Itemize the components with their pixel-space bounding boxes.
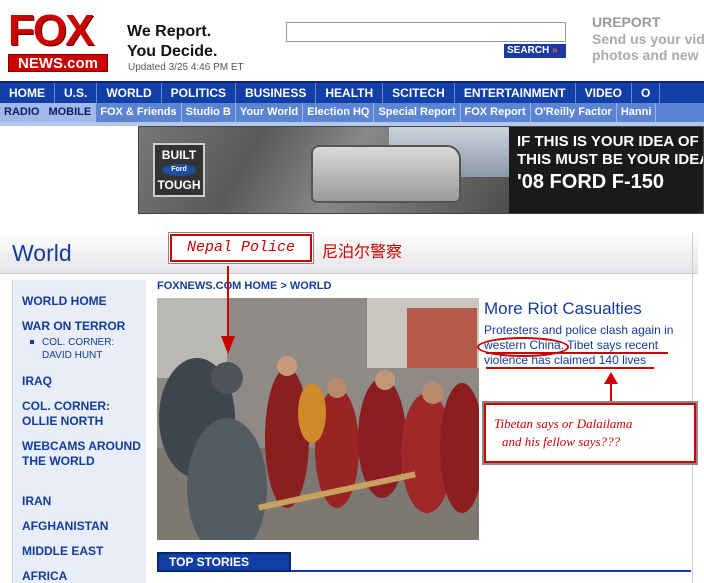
truck-image	[311, 145, 461, 203]
secondary-nav: RADIO MOBILE FOX & Friends Studio B Your…	[0, 103, 704, 122]
nav-world[interactable]: WORLD	[97, 83, 162, 103]
nav-video[interactable]: VIDEO	[576, 83, 632, 103]
fox-news-logo[interactable]: FOX NEWS.com	[6, 8, 110, 72]
badge-tough: TOUGH	[157, 178, 201, 192]
nav-studio-b[interactable]: Studio B	[182, 103, 236, 122]
section-title: World	[12, 240, 72, 266]
nav-mobile[interactable]: MOBILE	[44, 103, 97, 122]
nav-hannity[interactable]: Hanni	[617, 103, 657, 122]
ford-ad-banner[interactable]: BUILT Ford TOUGH IF THIS IS YOUR IDEA OF…	[138, 126, 704, 214]
sidebar-item-africa[interactable]: AFRICA	[22, 569, 142, 583]
nav-oreilly-factor[interactable]: O'Reilly Factor	[531, 103, 617, 122]
ad-line-3: '08 FORD F-150	[517, 171, 665, 193]
nav-more[interactable]: O	[632, 83, 661, 103]
nav-your-world[interactable]: Your World	[236, 103, 304, 122]
built-ford-tough-badge: BUILT Ford TOUGH	[153, 143, 205, 197]
sidebar-item-war-on-terror[interactable]: WAR ON TERROR	[22, 319, 142, 334]
bullet-icon	[30, 340, 34, 344]
breadcrumb[interactable]: FOXNEWS.COM HOME > WORLD	[157, 280, 331, 292]
sidebar-item-webcams[interactable]: WEBCAMS AROUND THE WORLD	[22, 439, 142, 469]
nepal-police-chinese-annotation: 尼泊尔警察	[322, 242, 403, 261]
annotation-underline-2	[486, 367, 654, 369]
ad-copy: IF THIS IS YOUR IDEA OF A SP THIS MUST B…	[517, 133, 703, 195]
slogan-line-2: You Decide.	[127, 43, 218, 60]
ureport-line-1: Send us your vid	[592, 31, 704, 47]
arrow-up-icon	[604, 372, 618, 402]
world-sidebar: WORLD HOME WAR ON TERROR COL. CORNER: DA…	[12, 280, 146, 583]
sidebar-item-middle-east[interactable]: MIDDLE EAST	[22, 544, 142, 559]
nav-scitech[interactable]: SCITECH	[383, 83, 455, 103]
nav-politics[interactable]: POLITICS	[162, 83, 237, 103]
top-stories-tab[interactable]: TOP STORIES	[157, 552, 291, 572]
logo-fox-text: FOX	[8, 6, 94, 55]
nav-fox-report[interactable]: FOX Report	[461, 103, 531, 122]
ad-line-2: THIS MUST BE YOUR IDEA OF	[517, 151, 703, 168]
nav-us[interactable]: U.S.	[55, 83, 98, 103]
search-button-label: SEARCH	[507, 45, 550, 56]
annotation-circle	[477, 337, 569, 357]
ureport-text[interactable]: Send us your vid photos and new	[592, 31, 704, 63]
updated-timestamp: Updated 3/25 4:46 PM ET	[128, 62, 244, 73]
sidebar-item-col-corner-north[interactable]: COL. CORNER: OLLIE NORTH	[22, 399, 142, 429]
ford-oval-logo: Ford	[162, 164, 196, 176]
ad-line-1: IF THIS IS YOUR IDEA OF A SP	[517, 133, 703, 150]
nav-business[interactable]: BUSINESS	[236, 83, 317, 103]
nav-health[interactable]: HEALTH	[316, 83, 384, 103]
nav-fox-friends[interactable]: FOX & Friends	[96, 103, 182, 122]
annotation-line-1: Tibetan says or Dalailama	[494, 416, 633, 431]
nav-election-hq[interactable]: Election HQ	[303, 103, 375, 122]
logo-news-text: NEWS.com	[8, 54, 108, 72]
arrow-down-icon	[221, 266, 235, 354]
nepal-police-annotation: Nepal Police	[169, 233, 313, 263]
sidebar-item-iran[interactable]: IRAN	[22, 494, 142, 509]
slogan-line-1: We Report.	[127, 23, 212, 40]
riot-photo[interactable]	[157, 298, 479, 540]
nav-radio[interactable]: RADIO	[0, 103, 45, 122]
annotation-line-2: and his fellow says???	[502, 434, 621, 449]
sidebar-item-world-home[interactable]: WORLD HOME	[22, 294, 142, 309]
story-headline[interactable]: More Riot Casualties	[484, 299, 642, 319]
sidebar-item-iraq[interactable]: IRAQ	[22, 374, 142, 389]
ureport-title[interactable]: UREPORT	[592, 14, 660, 30]
riot-photo-illustration	[157, 298, 479, 540]
nav-entertainment[interactable]: ENTERTAINMENT	[455, 83, 576, 103]
slogan: We Report. You Decide.	[127, 22, 217, 62]
sidebar-subitem-label: COL. CORNER: DAVID HUNT	[42, 337, 115, 361]
annotation-underline-1	[486, 352, 668, 354]
tibet-question-annotation: Tibetan says or Dalailama and his fellow…	[484, 403, 696, 463]
double-chevron-icon: »	[552, 45, 558, 56]
search-button[interactable]: SEARCH »	[504, 44, 566, 58]
badge-built: BUILT	[161, 148, 197, 162]
nav-special-report[interactable]: Special Report	[374, 103, 461, 122]
sidebar-subitem-col-corner-hunt[interactable]: COL. CORNER: DAVID HUNT	[30, 336, 142, 362]
ureport-line-2: photos and new	[592, 47, 699, 63]
search-input[interactable]	[286, 22, 566, 42]
top-stories-rule	[291, 570, 691, 572]
primary-nav: HOME U.S. WORLD POLITICS BUSINESS HEALTH…	[0, 81, 704, 103]
nav-home[interactable]: HOME	[0, 83, 55, 103]
sidebar-item-afghanistan[interactable]: AFGHANISTAN	[22, 519, 142, 534]
